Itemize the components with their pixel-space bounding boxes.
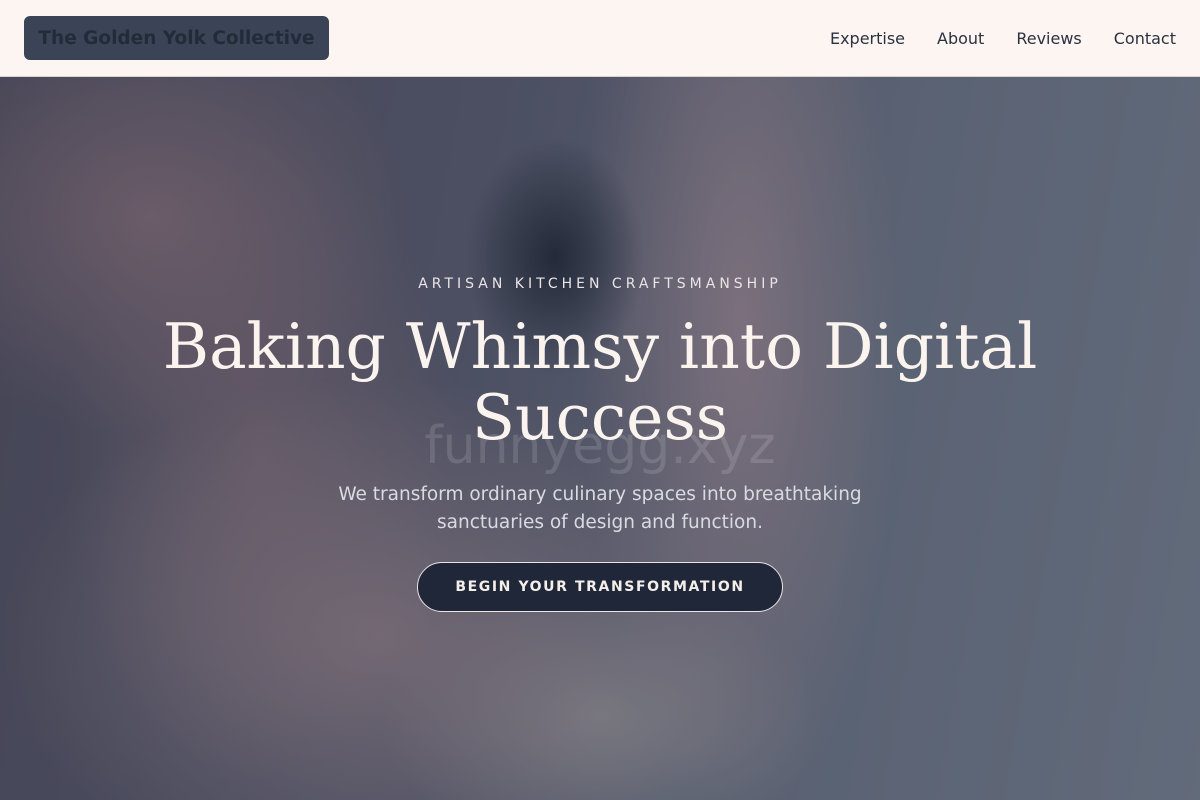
brand-logo-button[interactable]: The Golden Yolk Collective: [24, 16, 329, 60]
watermark-text: funnyegg.xyz: [424, 416, 776, 476]
hero-section: ARTISAN KITCHEN CRAFTSMANSHIP Baking Whi…: [0, 77, 1200, 800]
nav-link-about[interactable]: About: [937, 29, 984, 48]
hero-eyebrow: ARTISAN KITCHEN CRAFTSMANSHIP: [418, 276, 782, 292]
nav-link-contact[interactable]: Contact: [1114, 29, 1176, 48]
hero-content: ARTISAN KITCHEN CRAFTSMANSHIP Baking Whi…: [0, 77, 1200, 800]
site-header: The Golden Yolk Collective Expertise Abo…: [0, 0, 1200, 77]
nav-link-expertise[interactable]: Expertise: [830, 29, 905, 48]
hero-subtext: We transform ordinary culinary spaces in…: [338, 484, 862, 533]
main-nav: Expertise About Reviews Contact: [830, 29, 1176, 48]
begin-transformation-button[interactable]: BEGIN YOUR TRANSFORMATION: [417, 562, 783, 612]
nav-link-reviews[interactable]: Reviews: [1016, 29, 1081, 48]
